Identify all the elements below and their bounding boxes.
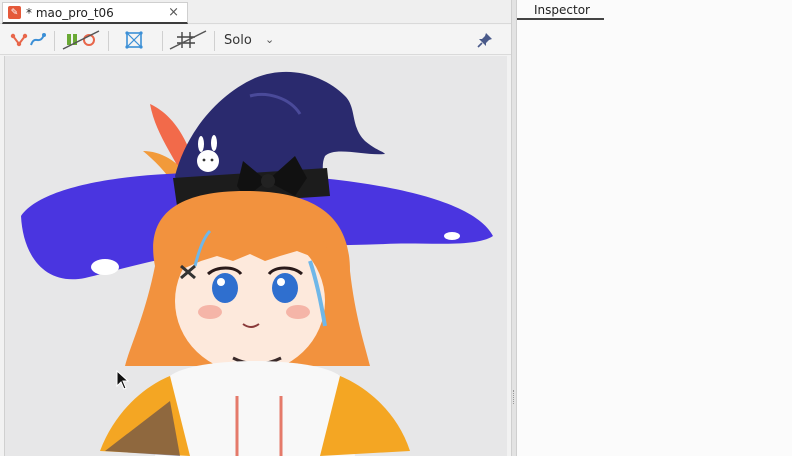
document-tab[interactable]: ✎ * mao_pro_t06 × (2, 2, 188, 24)
solo-dropdown-label[interactable]: Solo (224, 33, 252, 48)
grid-toggle-button[interactable] (168, 29, 208, 51)
glue-icon (62, 30, 100, 50)
pin-button[interactable] (474, 29, 496, 51)
mesh-edit-icon (125, 31, 143, 49)
glue-tool-button[interactable] (60, 29, 102, 51)
editor-toolbar: Solo ⌄ (0, 25, 511, 55)
pin-icon (477, 33, 492, 48)
grid-off-icon (169, 30, 207, 50)
toolbar-separator (162, 31, 163, 51)
toolbar-separator (214, 31, 215, 51)
live2d-model-icon: ✎ (8, 6, 21, 19)
document-tab-label: * mao_pro_t06 (26, 5, 114, 20)
close-icon[interactable]: × (168, 5, 179, 20)
inspector-panel: Inspector (517, 0, 792, 456)
deformer-path-icon (10, 33, 46, 47)
chevron-down-icon[interactable]: ⌄ (265, 33, 274, 46)
toolbar-separator (54, 31, 55, 51)
deformer-path-tool-button[interactable] (8, 29, 48, 51)
mouse-cursor-icon (116, 370, 130, 390)
app-window: ✎ * mao_pro_t06 × Solo ⌄ Inspector (0, 0, 792, 456)
model-editor-panel: ✎ * mao_pro_t06 × Solo ⌄ (0, 0, 511, 456)
splitter-grip-icon (513, 390, 516, 404)
model-canvas[interactable] (4, 56, 507, 456)
tab-inspector[interactable]: Inspector (517, 2, 604, 20)
document-tab-bar: ✎ * mao_pro_t06 × (0, 0, 511, 24)
character-illustration (21, 71, 493, 456)
mesh-edit-tool-button[interactable] (122, 29, 146, 51)
toolbar-separator (108, 31, 109, 51)
